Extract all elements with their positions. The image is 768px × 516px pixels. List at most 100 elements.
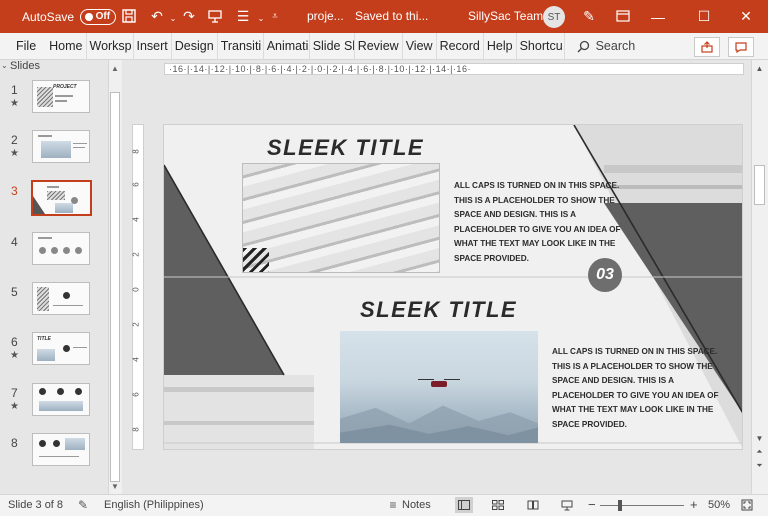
thumbnail-line bbox=[73, 143, 87, 144]
drone-graphic bbox=[418, 379, 460, 389]
thumbnails-scroll-thumb[interactable] bbox=[110, 92, 120, 482]
avatar[interactable]: ST bbox=[543, 6, 565, 28]
previous-slide-icon[interactable]: ⏶ bbox=[751, 446, 768, 458]
vertical-ruler: 8 6 4 2 0 2 4 6 8 bbox=[132, 124, 144, 450]
tab-home[interactable]: Home bbox=[46, 32, 87, 60]
pen-icon[interactable]: ✎ bbox=[578, 5, 600, 27]
thumbnail-image bbox=[37, 349, 55, 361]
zoom-level[interactable]: 50% bbox=[708, 499, 730, 511]
next-slide-icon[interactable]: ⏷ bbox=[751, 460, 768, 472]
editor-scroll-thumb[interactable] bbox=[754, 165, 765, 205]
minimize-icon[interactable]: — bbox=[636, 0, 680, 33]
team-name[interactable]: SillySac Team bbox=[468, 9, 543, 23]
thumbnail-dot bbox=[71, 197, 78, 204]
tab-transitions[interactable]: Transiti bbox=[218, 32, 264, 60]
share-icon bbox=[701, 41, 713, 53]
slide-image-drone[interactable] bbox=[340, 331, 538, 443]
present-icon[interactable] bbox=[204, 5, 226, 27]
drone-arm bbox=[418, 379, 434, 380]
comment-icon bbox=[735, 41, 747, 53]
slide-image-building[interactable] bbox=[242, 163, 440, 273]
slideshow-icon[interactable] bbox=[558, 497, 576, 513]
thumbnail-slide-4[interactable]: 4 bbox=[0, 232, 108, 278]
thumbnail-title: PROJECT bbox=[53, 84, 77, 90]
accessibility-icon[interactable]: ✎ bbox=[74, 497, 92, 513]
slide-title-bottom[interactable]: SLEEK TITLE bbox=[360, 297, 517, 323]
normal-view-icon[interactable] bbox=[455, 497, 473, 513]
scroll-down-icon[interactable]: ▼ bbox=[108, 480, 122, 492]
slide-number-badge[interactable]: 03 bbox=[588, 258, 622, 292]
tab-design[interactable]: Design bbox=[172, 32, 218, 60]
collapse-chevron-icon[interactable]: ⌄ bbox=[1, 61, 8, 70]
fit-to-window-icon[interactable] bbox=[738, 497, 756, 513]
slide-thumbnail: TITLE bbox=[32, 332, 90, 365]
document-title[interactable]: proje... bbox=[307, 9, 344, 23]
zoom-slider-track[interactable] bbox=[600, 505, 684, 506]
zoom-in-button[interactable]: + bbox=[690, 497, 698, 512]
save-status[interactable]: Saved to thi... bbox=[355, 9, 428, 23]
editor-scrollbar[interactable] bbox=[751, 60, 768, 494]
thumbnail-dot bbox=[39, 247, 46, 254]
notes-button[interactable]: Notes bbox=[402, 499, 431, 511]
thumbnail-dot bbox=[51, 247, 58, 254]
thumbnail-slide-1[interactable]: 1 ★ PROJECT bbox=[0, 80, 108, 126]
ruler-label: 2 bbox=[131, 252, 141, 257]
thumbnail-slide-7[interactable]: 7 ★ bbox=[0, 383, 108, 429]
language-indicator[interactable]: English (Philippines) bbox=[104, 499, 204, 511]
tab-record[interactable]: Record bbox=[437, 32, 484, 60]
slide-thumbnail bbox=[32, 232, 90, 265]
slide-number: 5 bbox=[11, 285, 18, 299]
scroll-up-icon[interactable]: ▲ bbox=[751, 62, 768, 74]
tab-file[interactable]: File bbox=[0, 33, 46, 60]
thumbnail-dot bbox=[57, 388, 64, 395]
thumbnail-slide-6[interactable]: 6 ★ TITLE bbox=[0, 332, 108, 378]
tab-animations[interactable]: Animati bbox=[264, 32, 310, 60]
close-icon[interactable]: ✕ bbox=[724, 0, 768, 33]
ribbon-display-icon[interactable] bbox=[612, 5, 634, 27]
slide-counter[interactable]: Slide 3 of 8 bbox=[8, 499, 63, 511]
slide-body-text-bottom[interactable]: ALL CAPS IS TURNED ON IN THIS SPACE. THI… bbox=[552, 345, 720, 433]
comments-button[interactable] bbox=[728, 37, 754, 57]
thumbnail-slide-8[interactable]: 8 bbox=[0, 433, 108, 479]
autosave-toggle[interactable]: Off bbox=[80, 8, 117, 25]
maximize-icon[interactable]: ☐ bbox=[682, 0, 726, 33]
slide-sorter-icon[interactable] bbox=[489, 497, 507, 513]
search-box[interactable]: Search bbox=[577, 39, 635, 53]
thumbnail-slide-3[interactable]: 3 bbox=[0, 180, 108, 227]
tab-slide-show[interactable]: Slide Sh bbox=[310, 32, 355, 60]
ruler-labels: ·16·|·14·|·12·|·10·|·8·|·6·|·4·|·2·|·0·|… bbox=[169, 64, 471, 74]
slide-body-text-top[interactable]: ALL CAPS IS TURNED ON IN THIS SPACE. THI… bbox=[454, 179, 624, 267]
share-button[interactable] bbox=[694, 37, 720, 57]
customize-toolbar-icon[interactable]: ⩡ bbox=[264, 5, 286, 27]
star-icon: ★ bbox=[10, 350, 19, 361]
slide-thumbnail bbox=[32, 130, 90, 163]
redo-icon[interactable]: ↷ bbox=[178, 5, 200, 27]
scroll-down-icon[interactable]: ▼ bbox=[751, 432, 768, 444]
zoom-slider-handle[interactable] bbox=[618, 500, 622, 511]
notes-icon[interactable]: ≡ bbox=[384, 497, 402, 513]
ruler-label: 0 bbox=[131, 287, 141, 292]
thumbnail-slide-2[interactable]: 2 ★ bbox=[0, 130, 108, 176]
slide-title-top[interactable]: SLEEK TITLE bbox=[267, 135, 424, 161]
slide-thumbnail-active bbox=[31, 180, 92, 216]
tab-shortcuts[interactable]: Shortcu bbox=[517, 32, 565, 60]
save-icon[interactable] bbox=[118, 5, 140, 27]
slide-thumbnail: PROJECT bbox=[32, 80, 90, 113]
thumbnail-slide-5[interactable]: 5 bbox=[0, 282, 108, 328]
tab-help[interactable]: Help bbox=[484, 32, 517, 60]
reading-view-icon[interactable] bbox=[524, 497, 542, 513]
tab-insert[interactable]: Insert bbox=[134, 32, 172, 60]
thumbnail-dot bbox=[39, 388, 46, 395]
slide-canvas[interactable]: SLEEK TITLE ALL CAPS IS TURNED ON IN THI… bbox=[163, 124, 743, 450]
tab-review[interactable]: Review bbox=[355, 32, 403, 60]
thumbnail-dot bbox=[75, 388, 82, 395]
thumbnail-dot bbox=[63, 345, 70, 352]
tab-workspace[interactable]: Worksp bbox=[87, 32, 134, 60]
tab-view[interactable]: View bbox=[403, 32, 437, 60]
zoom-out-button[interactable]: − bbox=[588, 497, 596, 512]
scroll-up-icon[interactable]: ▲ bbox=[108, 62, 122, 74]
slide-thumbnail bbox=[32, 383, 90, 416]
thumbnail-line bbox=[55, 100, 67, 102]
horizontal-ruler: ·16·|·14·|·12·|·10·|·8·|·6·|·4·|·2·|·0·|… bbox=[164, 63, 744, 75]
thumbnail-line bbox=[73, 347, 87, 348]
